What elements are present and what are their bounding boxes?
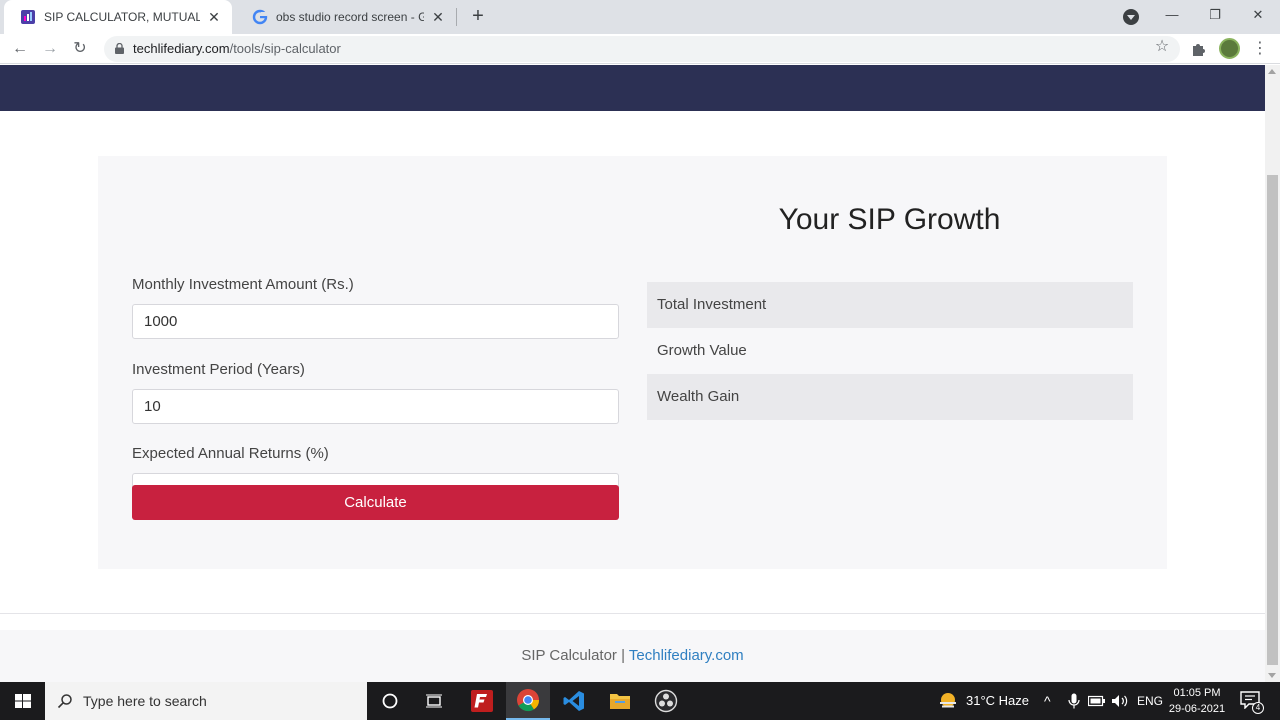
windows-taskbar: Type here to search 31°C Haze ^ ENG 01:0… xyxy=(0,682,1280,720)
browser-menu-icon[interactable]: ⋮ xyxy=(1252,39,1268,59)
tab-search-icon[interactable] xyxy=(1123,9,1139,25)
notification-count-badge: 4 xyxy=(1252,702,1264,714)
investment-period-input[interactable] xyxy=(132,389,619,424)
annual-returns-label: Expected Annual Returns (%) xyxy=(132,445,329,462)
result-row-growth-value: Growth Value xyxy=(657,342,747,359)
start-button[interactable] xyxy=(0,682,45,720)
bookmark-star-icon[interactable]: ☆ xyxy=(1152,37,1172,57)
chrome-taskbar-button[interactable] xyxy=(506,682,550,720)
reload-button[interactable]: ↻ xyxy=(68,37,92,61)
google-favicon-icon xyxy=(252,9,268,25)
footer-link[interactable]: Techlifediary.com xyxy=(629,647,744,664)
site-favicon-icon xyxy=(21,10,35,24)
browser-toolbar: ← → ↻ techlifediary.com/tools/sip-calcul… xyxy=(0,34,1280,64)
weather-haze-icon xyxy=(940,693,956,708)
obs-taskbar-button[interactable] xyxy=(644,682,688,720)
tab-sip-calculator[interactable]: SIP CALCULATOR, MUTUAL FUND ✕ xyxy=(4,0,232,34)
close-window-button[interactable]: ✕ xyxy=(1246,4,1270,26)
tab-close-icon[interactable]: ✕ xyxy=(430,9,446,25)
monthly-investment-label: Monthly Investment Amount (Rs.) xyxy=(132,276,354,293)
scroll-down-icon[interactable] xyxy=(1268,673,1276,678)
battery-icon[interactable] xyxy=(1088,695,1106,707)
scroll-up-icon[interactable] xyxy=(1268,69,1276,74)
tab-obs-search[interactable]: obs studio record screen - Google ✕ xyxy=(236,0,456,34)
obs-icon xyxy=(654,689,678,713)
clock-date: 29-06-2021 xyxy=(1168,703,1226,715)
vscode-icon xyxy=(563,691,584,711)
browser-tab-strip: SIP CALCULATOR, MUTUAL FUND ✕ obs studio… xyxy=(0,0,1280,34)
results-title: Your SIP Growth xyxy=(778,203,1001,236)
url-text: techlifediary.com/tools/sip-calculator xyxy=(133,36,341,62)
page-scrollbar[interactable] xyxy=(1265,65,1280,682)
taskbar-clock[interactable]: 01:05 PM 29-06-2021 xyxy=(1160,685,1234,717)
taskbar-search-box[interactable]: Type here to search xyxy=(45,682,367,720)
weather-text[interactable]: 31°C Haze xyxy=(966,682,1029,720)
scroll-thumb[interactable] xyxy=(1267,175,1278,665)
task-view-button[interactable] xyxy=(412,682,456,720)
footer-divider xyxy=(0,613,1265,614)
result-row-wealth-gain: Wealth Gain xyxy=(647,374,1133,420)
filezilla-icon xyxy=(471,690,493,712)
site-header xyxy=(0,65,1265,111)
minimize-button[interactable]: — xyxy=(1160,4,1184,26)
windows-logo-icon xyxy=(15,694,31,708)
footer-text: SIP Calculator | xyxy=(521,647,629,664)
page-footer: SIP Calculator | Techlifediary.com xyxy=(0,630,1265,682)
folder-icon xyxy=(610,694,630,709)
back-button[interactable]: ← xyxy=(8,37,32,61)
chrome-icon xyxy=(517,689,540,712)
sip-calculator-card: Monthly Investment Amount (Rs.) Investme… xyxy=(98,156,1167,569)
tray-overflow-icon[interactable]: ^ xyxy=(1044,682,1051,720)
tab-title: obs studio record screen - Google xyxy=(276,10,424,24)
url-host: techlifediary.com xyxy=(133,41,230,56)
filezilla-taskbar-button[interactable] xyxy=(460,682,504,720)
calculate-button[interactable]: Calculate xyxy=(132,485,619,520)
cortana-button[interactable] xyxy=(368,682,412,720)
task-view-icon xyxy=(426,694,442,708)
restore-button[interactable]: ❐ xyxy=(1203,4,1227,26)
microphone-icon[interactable] xyxy=(1068,693,1080,709)
lock-icon xyxy=(115,43,124,54)
search-icon xyxy=(57,694,72,709)
forward-button[interactable]: → xyxy=(38,37,62,61)
investment-period-label: Investment Period (Years) xyxy=(132,361,305,378)
new-tab-button[interactable]: + xyxy=(466,4,490,28)
file-explorer-taskbar-button[interactable] xyxy=(598,682,642,720)
url-path: /tools/sip-calculator xyxy=(229,41,341,56)
extensions-puzzle-icon[interactable] xyxy=(1190,40,1208,58)
clock-time: 01:05 PM xyxy=(1173,687,1221,699)
tab-close-icon[interactable]: ✕ xyxy=(206,9,222,25)
monthly-investment-input[interactable] xyxy=(132,304,619,339)
result-row-total-investment: Total Investment xyxy=(647,282,1133,328)
address-bar[interactable]: techlifediary.com/tools/sip-calculator xyxy=(104,36,1180,62)
cortana-circle-icon xyxy=(382,693,398,709)
profile-avatar[interactable] xyxy=(1219,38,1240,59)
tab-separator xyxy=(456,8,457,26)
search-placeholder: Type here to search xyxy=(83,693,207,709)
vscode-taskbar-button[interactable] xyxy=(552,682,596,720)
tab-title: SIP CALCULATOR, MUTUAL FUND xyxy=(44,10,200,24)
volume-icon[interactable] xyxy=(1111,694,1129,708)
page-viewport: Monthly Investment Amount (Rs.) Investme… xyxy=(0,65,1265,682)
